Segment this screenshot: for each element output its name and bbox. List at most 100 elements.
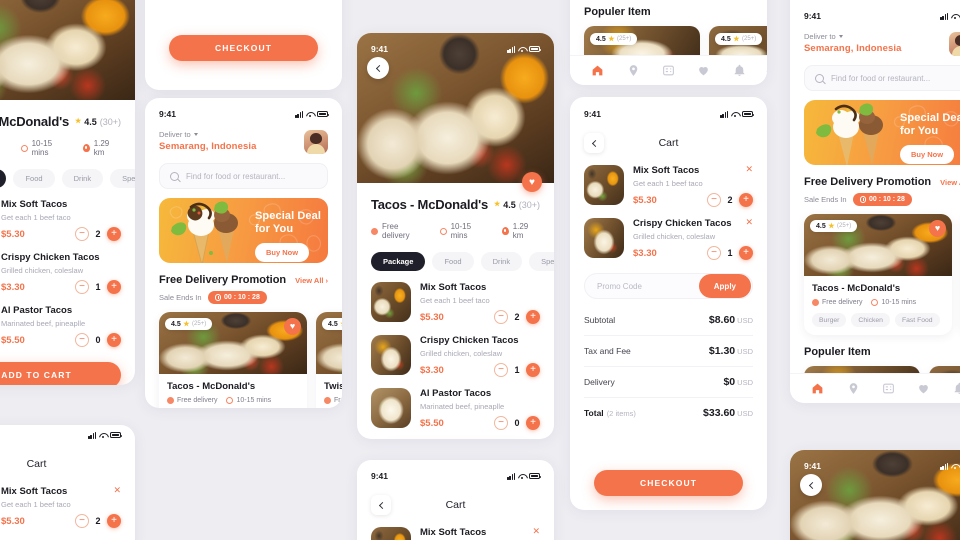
decrement-button[interactable]: − [494, 310, 508, 324]
view-all-link[interactable]: View All › [295, 276, 328, 285]
status-icons [295, 110, 330, 118]
avatar[interactable] [949, 32, 960, 56]
decrement-button[interactable]: − [75, 514, 89, 528]
promo-banner[interactable]: Special Deal for You Buy Now [159, 198, 328, 263]
quantity-stepper: − 0 + [494, 416, 540, 430]
checkout-button[interactable]: CHECKOUT [594, 470, 743, 496]
restaurant-card[interactable]: 4.5 ★ (25+) Twisty - Potato Free deliver… [316, 312, 342, 408]
rating-count: (30+) [99, 116, 121, 127]
location-icon[interactable] [627, 64, 640, 77]
remove-item-button[interactable]: ✕ [532, 527, 540, 536]
add-to-cart-button[interactable]: ADD TO CART [0, 362, 121, 385]
star-icon: ★ [183, 320, 190, 328]
increment-button[interactable]: + [526, 310, 540, 324]
promo-code-input[interactable]: Promo Code Apply [584, 273, 753, 299]
increment-button[interactable]: + [107, 514, 121, 528]
back-button[interactable] [367, 57, 389, 79]
notifications-icon[interactable] [733, 64, 746, 77]
menu-item[interactable]: Mix Soft Tacos Get each 1 beef taco $5.3… [357, 271, 554, 324]
remove-item-button[interactable]: ✕ [745, 165, 753, 174]
checkout-button[interactable]: CHECKOUT [169, 35, 318, 61]
quantity-stepper: − 2 + [75, 227, 121, 241]
notifications-icon[interactable] [953, 382, 960, 395]
phone-checkout-tail: CHECKOUT [145, 0, 342, 90]
favorite-button[interactable]: ♥ [284, 318, 301, 335]
avatar[interactable] [304, 130, 328, 154]
menu-item[interactable]: Crispy Chicken Tacos Grilled chicken, co… [0, 241, 135, 294]
menu-item[interactable]: Mix Soft Tacos Get each 1 beef taco $5.3… [0, 188, 135, 241]
item-description: Get each 1 beef taco [1, 213, 71, 222]
chip-food[interactable]: Food [432, 252, 474, 271]
cart-item[interactable]: Mix Soft Tacos Get each 1 beef taco $5.3… [570, 154, 767, 207]
chip-package[interactable]: Package [371, 252, 426, 271]
rating-badge: 4.5 ★ (25+) [165, 318, 213, 330]
remove-item-button[interactable]: ✕ [745, 218, 753, 227]
sale-countdown: Sale Ends In 00 : 10 : 28 [145, 286, 342, 304]
meta-time: 10-15 mins [20, 139, 70, 157]
menu-item[interactable]: Crispy Chicken Tacos Grilled chicken, co… [357, 324, 554, 377]
popular-section-header: Populer Item [570, 0, 767, 18]
menu-item[interactable]: Al Pastor Tacos Marinated beef, pineapll… [0, 294, 135, 347]
apply-promo-button[interactable]: Apply [698, 274, 751, 298]
location-icon[interactable] [847, 382, 860, 395]
deliver-to-label[interactable]: Deliver to [159, 130, 256, 139]
restaurant-card[interactable]: 4.5 ★ (25+) ♥ Tacos - McDonald's Free de… [804, 214, 952, 335]
increment-button[interactable]: + [107, 280, 121, 294]
back-button[interactable] [800, 474, 822, 496]
remove-item-button[interactable]: ✕ [113, 486, 121, 495]
favorite-button[interactable]: ♥ [929, 220, 946, 237]
chip-special[interactable]: Special [529, 252, 554, 271]
summary-value: $0 USD [723, 376, 753, 388]
clock-icon [871, 299, 879, 306]
increment-button[interactable]: + [107, 333, 121, 347]
cart-item[interactable]: Mix Soft Tacos Get each 1 beef taco $5.3… [0, 475, 135, 528]
meta-distance: 1.29 km [82, 139, 121, 157]
delivery-city[interactable]: Semarang, Indonesia [804, 43, 901, 54]
battery-icon [742, 111, 755, 117]
decrement-button[interactable]: − [75, 280, 89, 294]
decrement-button[interactable]: − [707, 193, 721, 207]
item-name: Crispy Chicken Tacos [1, 252, 100, 263]
summary-value: $8.60 USD [708, 314, 753, 326]
decrement-button[interactable]: − [494, 363, 508, 377]
restaurant-delivery: Free delivery [167, 397, 217, 404]
increment-button[interactable]: + [526, 416, 540, 430]
chip-drink[interactable]: Drink [61, 169, 104, 188]
increment-button[interactable]: + [107, 227, 121, 241]
deliver-to-label[interactable]: Deliver to [804, 32, 901, 41]
delivery-city[interactable]: Semarang, Indonesia [159, 141, 256, 152]
phone-cart: 9:41 Cart Mix Soft Tacos Get each 1 beef… [570, 97, 767, 510]
home-icon[interactable] [591, 64, 604, 77]
menu-item[interactable]: Al Pastor Tacos Marinated beef, pineapll… [357, 377, 554, 430]
promo-banner[interactable]: Special Deal for You Buy Now [804, 100, 960, 165]
chip-drink[interactable]: Drink [480, 252, 523, 271]
decrement-button[interactable]: − [494, 416, 508, 430]
chip-special[interactable]: Special [110, 169, 135, 188]
increment-button[interactable]: + [739, 193, 753, 207]
item-name: Mix Soft Tacos [633, 165, 700, 176]
decrement-button[interactable]: − [707, 246, 721, 260]
increment-button[interactable]: + [526, 363, 540, 377]
home-icon[interactable] [811, 382, 824, 395]
decrement-button[interactable]: − [75, 227, 89, 241]
decrement-button[interactable]: − [75, 333, 89, 347]
chip-package[interactable]: Package [0, 169, 7, 188]
cart-item[interactable]: Crispy Chicken Tacos Grilled chicken, co… [570, 207, 767, 260]
bottom-tab-bar [790, 373, 960, 403]
search-input[interactable]: Find for food or restaurant... [159, 163, 328, 189]
buy-now-button[interactable]: Buy Now [900, 144, 955, 164]
chip-food[interactable]: Food [13, 169, 55, 188]
item-thumbnail [371, 282, 411, 322]
buy-now-button[interactable]: Buy Now [255, 242, 310, 262]
summary-label: Total (2 items) [584, 408, 636, 418]
favorite-button[interactable]: ♥ [522, 172, 542, 192]
restaurant-card[interactable]: 4.5 ★ (25+) ♥ Tacos - McDonald's Free de… [159, 312, 307, 408]
search-input[interactable]: Find for food or restaurant... [804, 65, 960, 91]
view-all-link[interactable]: View All › [940, 178, 960, 187]
favorites-icon[interactable] [917, 382, 930, 395]
orders-icon[interactable] [662, 64, 675, 77]
cart-item[interactable]: Mix Soft Tacos ✕ [357, 516, 554, 540]
favorites-icon[interactable] [697, 64, 710, 77]
increment-button[interactable]: + [739, 246, 753, 260]
orders-icon[interactable] [882, 382, 895, 395]
